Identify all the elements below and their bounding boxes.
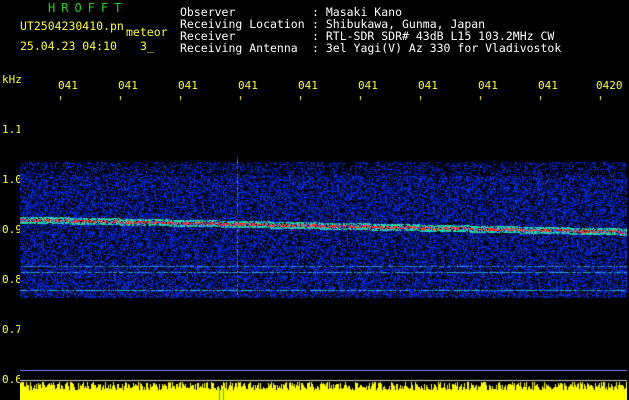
- datetime: 25.04.23 04:10: [20, 39, 117, 53]
- filename-suffix: meteor: [126, 25, 168, 39]
- meteor-count: 3_: [140, 39, 154, 53]
- y-tick: 1.0: [2, 173, 22, 186]
- x-tick: 041: [118, 79, 138, 92]
- antenna-value: : 3el Yagi(V) Az 330 for Vladivostok: [312, 41, 562, 55]
- app-title: HROFFT: [48, 1, 128, 15]
- y-tick: 0.8: [2, 273, 22, 286]
- x-tick: 041: [178, 79, 198, 92]
- axis-unit: kHz: [2, 73, 22, 86]
- x-tick: 041: [478, 79, 498, 92]
- filename: UT2504230410.pn: [20, 19, 124, 33]
- y-tick: 0.9: [2, 223, 22, 236]
- spectrogram-canvas: [20, 96, 627, 400]
- hrofft-window: HROFFT UT2504230410.pn meteor 25.04.23 0…: [0, 0, 629, 400]
- y-tick: 0.7: [2, 323, 22, 336]
- x-tick: 041: [418, 79, 438, 92]
- antenna-label: Receiving Antenna: [180, 41, 298, 55]
- x-tick: 041: [538, 79, 558, 92]
- y-tick: 1.1: [2, 123, 22, 136]
- y-tick: 0.6: [2, 373, 22, 386]
- x-tick: 041: [238, 79, 258, 92]
- x-tick: 041: [358, 79, 378, 92]
- x-tick: 0420: [596, 79, 623, 92]
- spectrogram: [20, 96, 627, 400]
- x-tick: 041: [58, 79, 78, 92]
- x-tick: 041: [298, 79, 318, 92]
